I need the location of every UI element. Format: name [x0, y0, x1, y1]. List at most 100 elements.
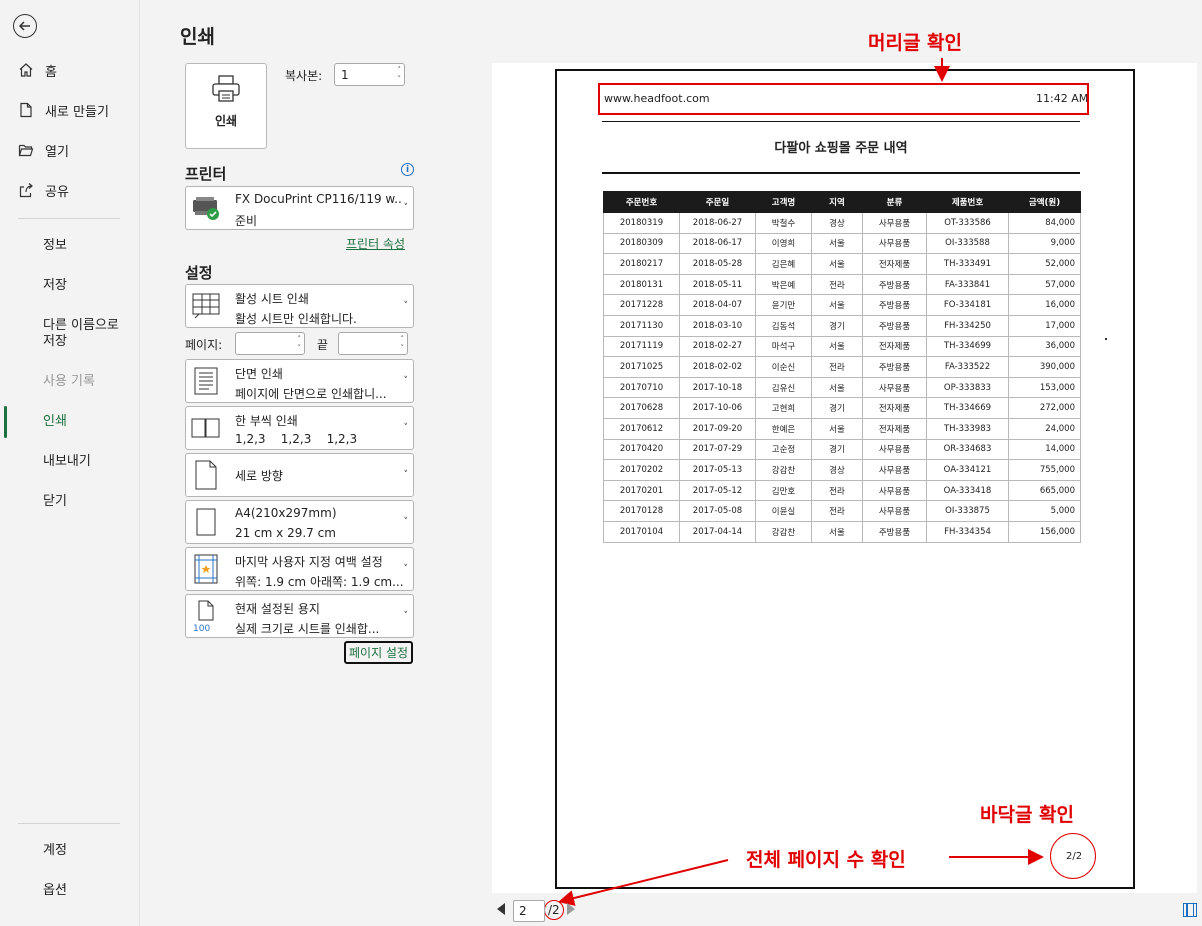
nav-share-label: 공유 — [45, 184, 69, 200]
nav-info[interactable]: 정보 — [0, 230, 139, 262]
table-cell: 20171025 — [603, 356, 680, 378]
nav-save-as[interactable]: 다른 이름으로 저장 — [0, 314, 139, 354]
stepper-arrows-icon[interactable]: ˄ ˅ — [398, 66, 402, 84]
nav-save[interactable]: 저장 — [0, 270, 139, 302]
nav-divider-bottom — [18, 823, 120, 824]
back-button[interactable] — [13, 14, 37, 38]
copies-value: 1 — [341, 67, 349, 82]
table-cell: 전자제품 — [862, 253, 927, 275]
table-cell: 경기 — [811, 438, 863, 461]
title-rule — [602, 172, 1080, 174]
printer-dropdown[interactable]: FX DocuPrint CP116/119 w... 준비 ˅ — [185, 186, 414, 230]
nav-account-label: 계정 — [43, 843, 67, 858]
nav-home[interactable]: 홈 — [0, 54, 139, 86]
pages-from-input[interactable]: ˄ ˅ — [235, 332, 305, 355]
orientation-dropdown[interactable]: 세로 방향 ˅ — [185, 453, 414, 497]
table-cell: 서울 — [811, 335, 863, 358]
printer-icon — [210, 75, 242, 107]
nav-save-label: 저장 — [43, 278, 67, 293]
nav-home-label: 홈 — [45, 64, 57, 80]
table-cell: 153,000 — [1008, 376, 1081, 399]
table-cell: 2017-10-18 — [679, 376, 756, 399]
table-row: 20170420 2017-07-29 고순정 경기 사무용품 OR-334683 14,0… — [603, 438, 1081, 461]
nav-print[interactable]: 인쇄 — [0, 406, 139, 438]
table-cell: 2018-03-10 — [679, 314, 756, 337]
nav-open-label: 열기 — [45, 144, 69, 160]
backstage-nav: 홈 새로 만들기 열기 공유 정보 저장 다른 이름으로 저장 사용 기록 인쇄… — [0, 0, 140, 926]
table-cell: TH-334699 — [926, 335, 1009, 358]
table-cell: 2017-10-06 — [679, 397, 756, 419]
portrait-page-icon — [191, 460, 221, 490]
table-row: 20170128 2017-05-08 이윤실 전라 사무용품 OI-333875 5,00… — [603, 500, 1081, 522]
sides-dropdown[interactable]: 단면 인쇄 페이지에 단면으로 인쇄합니... ˅ — [185, 359, 414, 403]
table-cell: 2018-05-11 — [679, 273, 756, 296]
table-cell: 사무용품 — [862, 479, 927, 502]
print-scope-dropdown[interactable]: 활성 시트 인쇄 활성 시트만 인쇄합니다. ˅ — [185, 284, 414, 328]
table-cell: 20180309 — [603, 232, 680, 255]
table-cell: 전라 — [811, 479, 863, 502]
table-cell: 김유신 — [755, 376, 812, 399]
stepper-arrows-icon[interactable]: ˄ ˅ — [401, 335, 405, 353]
table-cell: 박은예 — [755, 273, 812, 296]
table-cell: 전라 — [811, 273, 863, 296]
table-cell: TH-334669 — [926, 397, 1009, 419]
table-cell: 665,000 — [1008, 479, 1081, 502]
total-pages-label: /2 — [548, 903, 560, 917]
table-row: 20170202 2017-05-13 강감찬 경상 사무용품 OA-334121 755,… — [603, 459, 1081, 481]
table-row: 20171228 2018-04-07 윤기만 서울 주방용품 FO-334181 16,0… — [603, 294, 1081, 316]
table-cell: 20170612 — [603, 417, 680, 440]
nav-open[interactable]: 열기 — [0, 134, 139, 166]
margins-dropdown[interactable]: 마지막 사용자 지정 여백 설정 위쪽: 1.9 cm 아래쪽: 1.9 cm.… — [185, 547, 414, 591]
nav-history-label: 사용 기록 — [43, 374, 95, 389]
paper-size-dropdown[interactable]: A4(210x297mm) 21 cm x 29.7 cm ˅ — [185, 500, 414, 544]
table-cell: OI-333588 — [926, 232, 1009, 255]
table-cell: 경상 — [811, 212, 863, 234]
document-title: 다팔아 쇼핑몰 주문 내역 — [774, 141, 908, 156]
table-cell: 20170202 — [603, 459, 680, 481]
previous-page-icon[interactable] — [497, 903, 505, 915]
table-cell: 390,000 — [1008, 356, 1081, 378]
printer-properties-link[interactable]: 프린터 속성 — [346, 235, 405, 252]
table-row: 20170628 2017-10-06 고현희 경기 전자제품 TH-334669 272,… — [603, 397, 1081, 419]
nav-export[interactable]: 내보내기 — [0, 446, 139, 478]
table-cell: 이영희 — [755, 232, 812, 255]
page-setup-link[interactable]: 페이지 설정 — [344, 641, 414, 664]
paper-size-icon — [191, 507, 221, 537]
nav-close[interactable]: 닫기 — [0, 486, 139, 518]
table-cell: 서울 — [811, 253, 863, 275]
table-cell: 사무용품 — [862, 376, 927, 399]
table-cell: 한예은 — [755, 417, 812, 440]
table-cell: OA-334121 — [926, 459, 1009, 481]
table-cell: 272,000 — [1008, 397, 1081, 419]
paper-size-sub: 21 cm x 29.7 cm — [235, 526, 336, 540]
chevron-down-icon: ˅ — [403, 517, 409, 527]
sides-sub: 페이지에 단면으로 인쇄합니... — [235, 387, 387, 401]
column-header: 주문일 — [679, 191, 756, 213]
print-button[interactable]: 인쇄 — [185, 63, 267, 149]
copies-stepper[interactable]: 1 ˄ ˅ — [334, 63, 405, 86]
nav-options[interactable]: 옵션 — [0, 875, 139, 907]
nav-share[interactable]: 공유 — [0, 174, 139, 206]
margins-sub: 위쪽: 1.9 cm 아래쪽: 1.9 cm... — [235, 575, 403, 589]
orientation-main: 세로 방향 — [235, 469, 283, 483]
print-settings-panel: 인쇄 인쇄 복사본: 1 ˄ ˅ 프린터 i FX DocuPrint CP116… — [140, 0, 460, 926]
info-icon[interactable]: i — [401, 163, 414, 176]
table-row: 20180309 2018-06-17 이영희 서울 사무용품 OI-333588 9,00… — [603, 232, 1081, 255]
table-cell: 서울 — [811, 376, 863, 399]
next-page-icon[interactable] — [567, 903, 575, 915]
nav-account[interactable]: 계정 — [0, 835, 139, 867]
pages-to-input[interactable]: ˄ ˅ — [338, 332, 408, 355]
zoom-to-page-icon[interactable] — [1183, 903, 1197, 917]
annotation-footer-check: 바닥글 확인 — [980, 804, 1075, 826]
nav-new-label: 새로 만들기 — [45, 104, 109, 120]
collate-dropdown[interactable]: 한 부씩 인쇄 1,2,3 1,2,3 1,2,3 ˅ — [185, 406, 414, 450]
current-page-input[interactable]: 2 — [513, 900, 545, 922]
table-cell: 2017-05-13 — [679, 459, 756, 481]
table-cell: 755,000 — [1008, 459, 1081, 481]
table-row: 20180319 2018-06-27 박철수 경상 사무용품 OT-333586 84,0… — [603, 212, 1081, 234]
scaling-badge: 100 — [193, 624, 210, 632]
scaling-dropdown[interactable]: 100 현재 설정된 용지 실제 크기로 시트를 인쇄합... ˅ — [185, 594, 414, 638]
print-scope-main: 활성 시트 인쇄 — [235, 292, 309, 306]
nav-new[interactable]: 새로 만들기 — [0, 94, 139, 126]
stepper-arrows-icon[interactable]: ˄ ˅ — [298, 335, 302, 353]
